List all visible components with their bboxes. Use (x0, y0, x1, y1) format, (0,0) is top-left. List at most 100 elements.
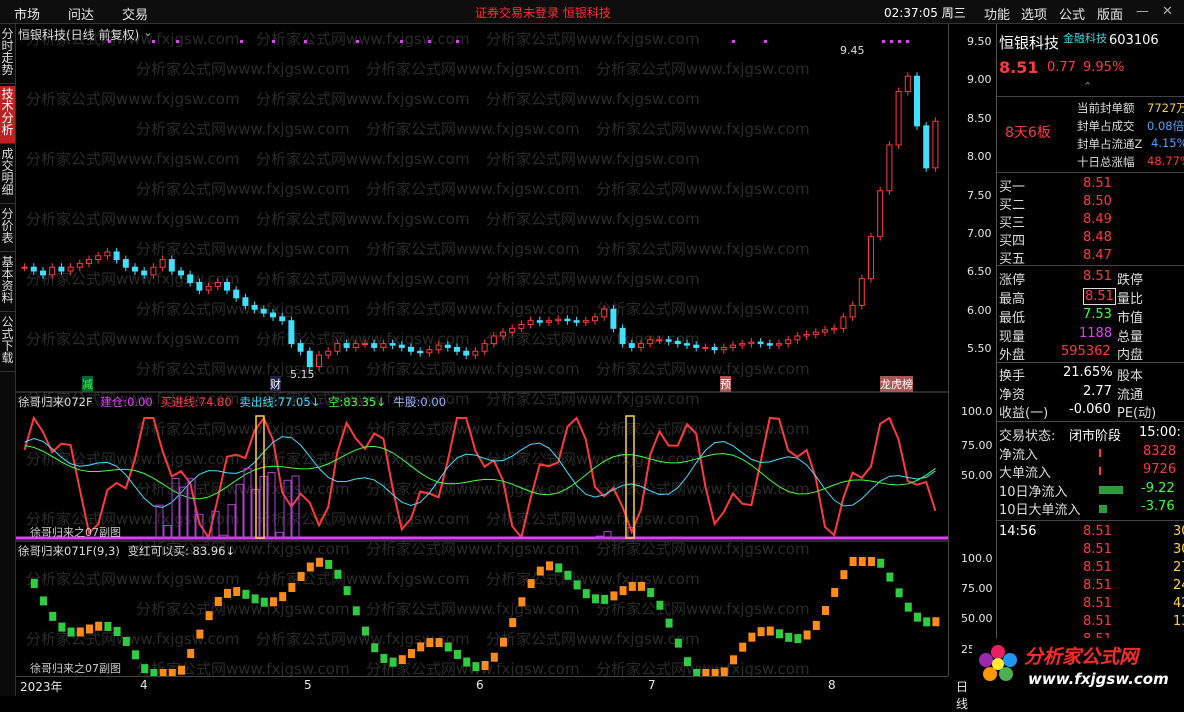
marker-reduce[interactable]: 减 (82, 376, 93, 392)
indicator-block (592, 594, 599, 603)
watermark-text: 分析家公式网www.fxjgsw.com (256, 570, 470, 588)
indicator-block (546, 561, 553, 570)
close-icon[interactable]: ✕ (1162, 4, 1173, 19)
ind1-label: 空: (328, 395, 343, 409)
marker-finance[interactable]: 财 (270, 376, 281, 392)
stat-label: 换手 (999, 365, 1025, 384)
indicator-block (684, 657, 691, 666)
menu-layout[interactable]: 版面 (1097, 4, 1123, 23)
bid-price[interactable]: 8.48 (1083, 230, 1112, 245)
tab-profile[interactable]: 基本资料 (0, 254, 15, 312)
candle-body (31, 267, 36, 271)
minimize-icon[interactable]: — (1136, 4, 1149, 19)
candle-body (50, 267, 55, 275)
candle-body (418, 351, 423, 353)
signal-dot (732, 40, 735, 43)
indicator-block (509, 618, 516, 627)
chart-area[interactable]: 分析家公式网www.fxjgsw.com 分析家公式网www.fxjgsw.com… (16, 24, 948, 676)
menu-formula[interactable]: 公式 (1059, 4, 1085, 23)
menu-trade[interactable]: 交易 (122, 4, 148, 23)
low-price-label: 5.15 (290, 368, 315, 381)
sector-tag[interactable]: 金融科技 (1063, 30, 1107, 46)
bid-price[interactable]: 8.50 (1083, 194, 1112, 209)
ind2-item-value: 83.96↓ (193, 544, 236, 558)
indicator-block (620, 586, 627, 595)
candle-body (261, 309, 266, 313)
candle-body (344, 344, 349, 348)
watermark-text: 分析家公式网www.fxjgsw.com (256, 150, 470, 168)
candle-body (105, 252, 110, 256)
stat-label: 涨停 (999, 269, 1025, 288)
tab-intraday[interactable]: 分时走势 (0, 26, 15, 84)
tab-formula-download[interactable]: 公式下载 (0, 314, 15, 372)
x-tick: 5 (304, 678, 312, 692)
indicator-block (564, 571, 571, 580)
candle-body (142, 271, 147, 275)
marker-forecast[interactable]: 预 (720, 376, 731, 392)
candle-body (399, 345, 404, 347)
candle-body (832, 328, 837, 330)
watermark-text: 分析家公式网www.fxjgsw.com (136, 660, 350, 676)
watermark-text: 分析家公式网www.fxjgsw.com (26, 150, 240, 168)
flow-value: -9.22 (1141, 481, 1175, 496)
menu-market[interactable]: 市场 (14, 4, 40, 23)
candle-body (307, 351, 312, 366)
tab-price-table[interactable]: 分价表 (0, 206, 15, 252)
watermark-text: 分析家公式网www.fxjgsw.com (366, 240, 580, 258)
stat-value: 8.51 (1083, 269, 1112, 284)
chevron-down-icon[interactable]: ⌄ (143, 25, 153, 39)
menu-function[interactable]: 功能 (984, 4, 1010, 23)
marker-dragon-tiger[interactable]: 龙虎榜 (880, 376, 913, 392)
watermark-text: 分析家公式网www.fxjgsw.com (26, 630, 240, 648)
indicator-block (160, 669, 167, 676)
candle-body (436, 345, 441, 350)
candle-body (666, 340, 671, 342)
indicator-block (454, 650, 461, 659)
candle-body (777, 344, 782, 346)
seal-label: 封单占流通Z (1077, 136, 1142, 152)
watermark-text: 分析家公式网www.fxjgsw.com (26, 570, 240, 588)
watermark-text: 分析家公式网www.fxjgsw.com (486, 630, 700, 648)
indicator-block (242, 590, 249, 599)
indicator-block (307, 563, 314, 572)
tick-price: 8.51 (1083, 524, 1112, 539)
candle-body (712, 347, 717, 349)
bid-price[interactable]: 8.47 (1083, 248, 1112, 263)
watermark-text: 分析家公式网www.fxjgsw.com (366, 420, 580, 438)
ind1-label: 建仓: (100, 395, 127, 409)
chevron-up-icon[interactable]: ⌃ (1083, 80, 1092, 93)
bid-price[interactable]: 8.49 (1083, 212, 1112, 227)
tab-deals[interactable]: 成交明细 (0, 146, 15, 204)
menu-options[interactable]: 选项 (1021, 4, 1047, 23)
watermark-text: 分析家公式网www.fxjgsw.com (596, 60, 810, 78)
signal-dot (456, 40, 459, 43)
candle-body (482, 344, 487, 352)
menu-wenda[interactable]: 问达 (68, 4, 94, 23)
logo-line2: www.fxjgsw.com (1028, 670, 1169, 688)
indicator-block (270, 597, 277, 606)
top-menu-bar: 市场 问达 交易 证券交易未登录 恒银科技 02:37:05 周三 功能 选项 … (0, 0, 1184, 24)
logo-line1: 分析家公式网 (1024, 642, 1138, 669)
watermark-text: 分析家公式网www.fxjgsw.com (596, 420, 810, 438)
candle-body (59, 267, 64, 271)
candle-body (501, 332, 506, 336)
stat-label: 量比 (1117, 288, 1143, 307)
watermark-text: 分析家公式网www.fxjgsw.com (366, 120, 580, 138)
candle-body (795, 336, 800, 340)
watermark-text: 分析家公式网www.fxjgsw.com (256, 90, 470, 108)
candle-body (749, 342, 754, 344)
period-label[interactable]: 日线 (956, 678, 968, 712)
watermark-text: 分析家公式网www.fxjgsw.com (366, 360, 580, 378)
flow-label: 净流入 (999, 444, 1038, 463)
candle-body (547, 321, 552, 323)
candle-body (335, 344, 340, 352)
tab-technical[interactable]: 技术分析 (0, 86, 15, 144)
indicator-block (923, 617, 930, 626)
indicator-block (316, 558, 323, 567)
indicator-block (353, 606, 360, 615)
flow-label: 10日净流入 (999, 481, 1068, 500)
tick-volume: 30 (1173, 524, 1184, 539)
left-tab-bar: 分时走势 技术分析 成交明细 分价表 基本资料 公式下载 (0, 24, 16, 696)
indicator-block (518, 597, 525, 606)
bid-price[interactable]: 8.51 (1083, 176, 1112, 191)
